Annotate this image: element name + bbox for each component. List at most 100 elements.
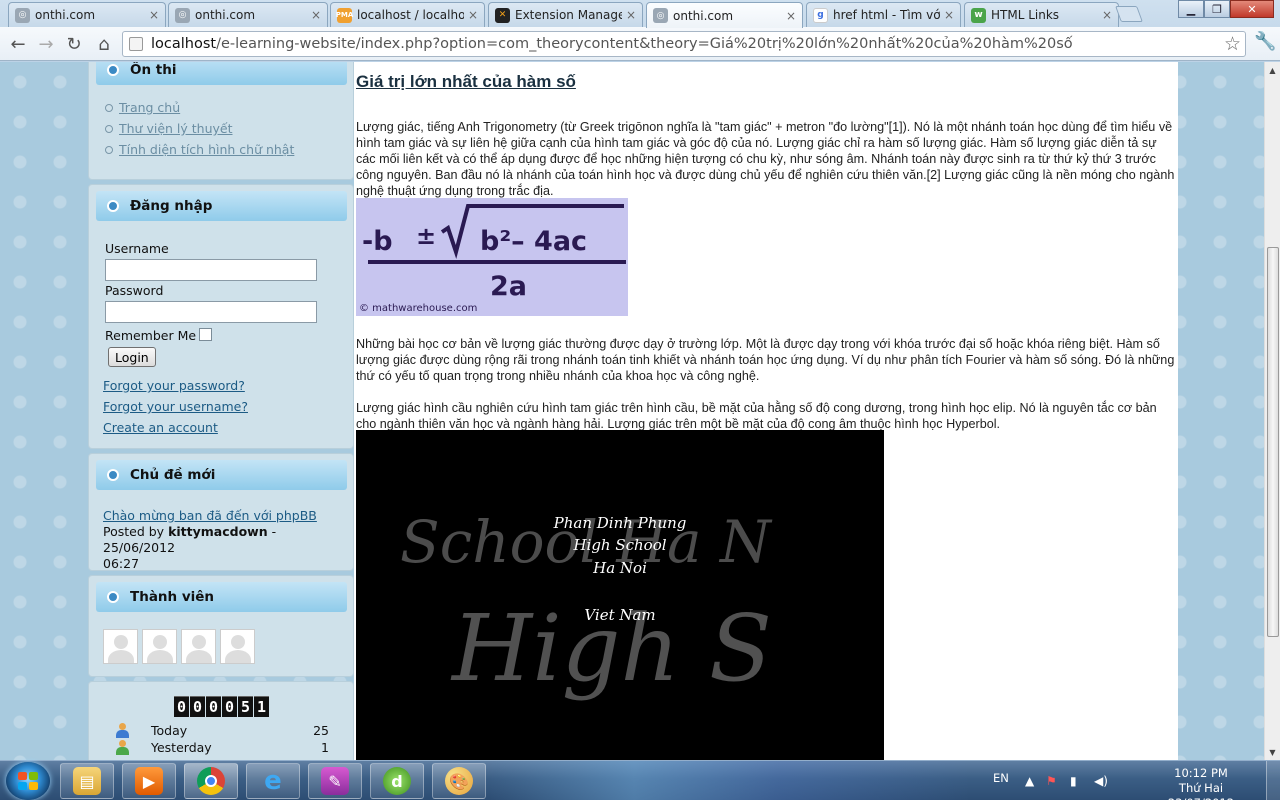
close-tab-icon[interactable]: ×	[311, 8, 321, 22]
wrench-menu-icon[interactable]: 🔧	[1254, 31, 1276, 52]
menu-item-rectangle-area[interactable]: Tính diện tích hình chữ nhật	[105, 139, 294, 160]
reload-icon[interactable]: ↻	[62, 32, 86, 56]
forgot-password-link[interactable]: Forgot your password?	[103, 378, 245, 393]
module-header: Thành viên	[96, 582, 347, 612]
tab-extension-manager[interactable]: ✕ Extension Manager ×	[488, 2, 643, 27]
window-controls: ▁ ❐ ✕	[1178, 0, 1274, 18]
globe-icon: ◎	[15, 7, 30, 23]
menu-item-home[interactable]: Trang chủ	[105, 97, 294, 118]
taskbar-dreamweaver[interactable]: d	[370, 763, 424, 799]
tab-phpmyadmin[interactable]: PMA localhost / localhost ×	[330, 2, 485, 27]
formula-plus-minus: ±	[416, 222, 436, 250]
system-clock[interactable]: 10:12 PM Thứ Hai 23/07/2012	[1146, 766, 1256, 800]
bookmark-star-icon[interactable]: ☆	[1224, 33, 1241, 55]
login-button[interactable]: Login	[108, 347, 156, 367]
taskbar-media-player[interactable]: ▶	[122, 763, 176, 799]
avatar[interactable]	[181, 629, 216, 664]
taskbar-paint-palette[interactable]: 🎨	[432, 763, 486, 799]
taskbar-internet-explorer[interactable]: e	[246, 763, 300, 799]
close-tab-icon[interactable]: ×	[1102, 8, 1112, 22]
volume-icon[interactable]: ◀)	[1094, 774, 1108, 788]
bullet-icon	[107, 469, 119, 481]
tab-strip: ◎ onthi.com × ◎ onthi.com × PMA localhos…	[0, 0, 1150, 28]
show-hidden-icons-icon[interactable]: ▲	[1025, 774, 1034, 788]
close-tab-icon[interactable]: ×	[149, 8, 159, 22]
scroll-down-icon[interactable]: ▼	[1265, 744, 1280, 760]
menu-list: Trang chủ Thư viện lý thuyết Tính diện t…	[105, 97, 294, 160]
taskbar-paint[interactable]: ✎	[308, 763, 362, 799]
module-header: Chủ đề mới	[96, 460, 347, 490]
avatar[interactable]	[103, 629, 138, 664]
main-content: Giá trị lớn nhất của hàm số Lượng giác, …	[354, 62, 1178, 760]
create-account-link[interactable]: Create an account	[103, 420, 218, 435]
username-input[interactable]	[105, 259, 317, 281]
address-bar[interactable]: localhost/e-learning-website/index.php?o…	[122, 31, 1246, 57]
globe-icon: ◎	[653, 8, 668, 23]
topic-author[interactable]: kittymacdown	[168, 524, 268, 539]
system-tray: EN ▲ ⚑ ▮ ◀) 10:12 PM Thứ Hai 23/07/2012	[980, 761, 1280, 800]
circle-bullet-icon	[105, 145, 113, 154]
close-tab-icon[interactable]: ×	[944, 8, 954, 22]
bullet-icon	[107, 200, 119, 212]
tab-google-search[interactable]: g href html - Tìm với G ×	[806, 2, 961, 27]
restore-button[interactable]: ❐	[1204, 0, 1230, 18]
network-icon[interactable]: ▮	[1070, 774, 1077, 788]
username-label: Username	[105, 241, 169, 256]
password-label: Password	[105, 283, 164, 298]
taskbar-background-image	[490, 761, 970, 800]
phpmyadmin-icon: PMA	[336, 7, 353, 23]
vertical-scrollbar[interactable]: ▲ ▼	[1264, 62, 1280, 760]
back-arrow-icon[interactable]: ←	[6, 32, 30, 56]
module-header: Ôn thi	[96, 62, 347, 85]
menu-item-theory-library[interactable]: Thư viện lý thuyết	[105, 118, 294, 139]
scrollbar-thumb[interactable]	[1267, 247, 1279, 637]
globe-icon: ◎	[175, 7, 190, 23]
topic-link[interactable]: Chào mừng ban đã đến với phpBB	[103, 508, 317, 523]
tab-onthi-active[interactable]: ◎ onthi.com ×	[646, 2, 803, 28]
paint-palette-icon: 🎨	[445, 767, 473, 795]
close-tab-icon[interactable]: ×	[468, 8, 478, 22]
tab-html-links[interactable]: w HTML Links ×	[964, 2, 1119, 27]
home-icon[interactable]: ⌂	[92, 32, 116, 56]
taskbar-chrome[interactable]	[184, 763, 238, 799]
close-window-button[interactable]: ✕	[1230, 0, 1274, 18]
show-desktop-button[interactable]	[1266, 761, 1280, 800]
article-title[interactable]: Giá trị lớn nhất của hàm số	[356, 72, 576, 92]
dreamweaver-icon: d	[383, 767, 411, 795]
visitor-counter: 0 0 0 0 5 1	[174, 696, 270, 717]
minimize-button[interactable]: ▁	[1178, 0, 1204, 18]
browser-chrome: ◎ onthi.com × ◎ onthi.com × PMA localhos…	[0, 0, 1280, 62]
bullet-icon	[107, 64, 119, 76]
paint-icon: ✎	[321, 767, 349, 795]
taskbar-explorer[interactable]: ▤	[60, 763, 114, 799]
google-icon: g	[813, 7, 828, 23]
bullet-icon	[107, 591, 119, 603]
close-tab-icon[interactable]: ×	[626, 8, 636, 22]
action-center-icon[interactable]: ⚑	[1046, 774, 1057, 788]
user-icon	[115, 740, 129, 755]
tab-onthi-2[interactable]: ◎ onthi.com ×	[168, 2, 328, 27]
login-module: Đăng nhập Username Password Remember Me …	[88, 184, 354, 449]
password-input[interactable]	[105, 301, 317, 323]
article-paragraph-2: Những bài học cơ bản về lượng giác thườn…	[356, 337, 1175, 383]
quadratic-formula-image: -b ± b²– 4ac 2a © mathwarehouse.com	[356, 198, 628, 316]
scroll-up-icon[interactable]: ▲	[1265, 62, 1280, 78]
remember-me-label: Remember Me	[105, 328, 197, 343]
school-video[interactable]: School Ha N High S Phan Dinh Phung High …	[356, 430, 884, 760]
visitor-stats-module: 0 0 0 0 5 1 Today 25 Yesterday 1	[88, 681, 354, 760]
formula-credit: © mathwarehouse.com	[359, 303, 477, 314]
remember-me-checkbox[interactable]	[199, 328, 212, 341]
avatar[interactable]	[220, 629, 255, 664]
forward-arrow-icon[interactable]: →	[34, 32, 58, 56]
forgot-username-link[interactable]: Forgot your username?	[103, 399, 248, 414]
windows-logo-icon	[18, 772, 38, 790]
browser-toolbar: ← → ↻ ⌂ localhost/e-learning-website/ind…	[0, 27, 1280, 61]
members-module: Thành viên	[88, 575, 354, 677]
tab-onthi-1[interactable]: ◎ onthi.com ×	[8, 2, 166, 27]
avatar[interactable]	[142, 629, 177, 664]
close-tab-icon[interactable]: ×	[786, 9, 796, 23]
language-indicator[interactable]: EN	[993, 771, 1009, 785]
start-button[interactable]	[6, 762, 50, 800]
explorer-icon: ▤	[73, 767, 101, 795]
new-tab-button[interactable]	[1115, 6, 1143, 22]
